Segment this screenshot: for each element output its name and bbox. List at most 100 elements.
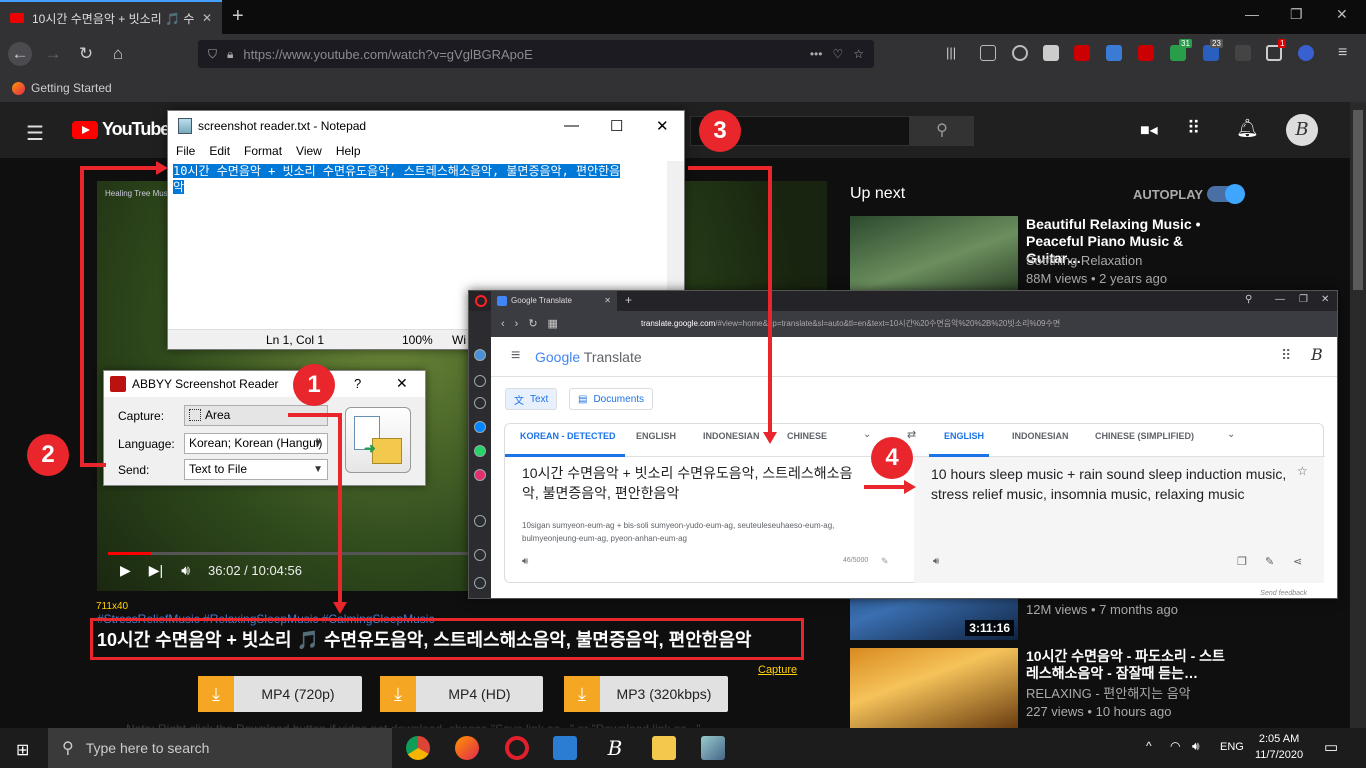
translate-url-bar[interactable]: ‹›↻▦ translate.google.com/#view=home&op=…	[491, 311, 1337, 337]
new-tab-icon[interactable]: +	[625, 293, 632, 307]
opera-icon[interactable]	[505, 736, 529, 760]
translate-tab[interactable]: Google Translate ✕	[491, 291, 617, 311]
youtube-logo[interactable]: YouTube ID	[72, 119, 182, 140]
shield-icon[interactable]: ⛉	[208, 47, 217, 62]
notepad-icon[interactable]	[701, 736, 725, 760]
more-icon[interactable]: •••	[810, 47, 823, 61]
related-channel[interactable]: RELAXING - 편안해지는 음악	[1026, 685, 1191, 703]
heart-icon[interactable]	[474, 549, 486, 561]
restore-icon[interactable]: ❐	[1299, 294, 1308, 305]
documents-mode-button[interactable]: ▤ Documents	[569, 388, 654, 410]
opera-icon[interactable]	[475, 295, 487, 307]
star-icon[interactable]	[474, 375, 486, 387]
maximize-icon[interactable]: ☐	[610, 117, 623, 135]
listen-translation-icon[interactable]: 🔊︎	[933, 556, 939, 567]
extension-icon[interactable]	[1235, 45, 1251, 61]
wifi-icon[interactable]: ◠	[1170, 739, 1180, 753]
bookmark-star-icon[interactable]: ☆	[853, 47, 864, 61]
target-lang-indonesian[interactable]: INDONESIAN	[1012, 431, 1069, 441]
home-icon[interactable]: ⌂	[106, 42, 130, 66]
source-lang-detected[interactable]: KOREAN - DETECTED	[520, 431, 616, 441]
pocket-icon[interactable]: ♡	[832, 47, 843, 61]
home-icon[interactable]	[474, 349, 486, 361]
page-scrollbar[interactable]	[1350, 102, 1366, 728]
source-lang-chinese[interactable]: CHINESE	[787, 431, 827, 441]
new-tab-icon[interactable]: +	[232, 5, 244, 28]
search-icon[interactable]: ⚲	[1245, 294, 1252, 305]
volume-icon[interactable]: 🔊︎	[1192, 739, 1200, 754]
source-text[interactable]: 10시간 수면음악 + 빗소리 수면유도음악, 스트레스해소음악, 불면증음악,…	[522, 463, 867, 503]
url-bar[interactable]: ⛉ 🔒︎ https://www.youtube.com/watch?v=gVg…	[198, 40, 874, 68]
extension-icon[interactable]	[1298, 45, 1314, 61]
back-icon[interactable]: ←	[8, 42, 32, 66]
forward-icon[interactable]: →	[41, 42, 65, 66]
avatar[interactable]: B	[1286, 114, 1318, 146]
hamburger-menu-icon[interactable]: ≡	[511, 347, 520, 365]
whatsapp-icon[interactable]	[474, 445, 486, 457]
close-window-icon[interactable]: ✕	[1321, 294, 1329, 305]
nav-buttons-icon[interactable]: ‹›↻▦	[501, 311, 568, 337]
youtube-search-icon[interactable]: ⚲	[910, 116, 974, 146]
messenger-icon[interactable]	[474, 421, 486, 433]
apps-grid-icon[interactable]: ⠿	[1281, 347, 1291, 364]
related-channel[interactable]: Soothing Relaxation	[1026, 252, 1142, 270]
notifications-bell-icon[interactable]: 🔔︎	[1236, 118, 1259, 139]
edit-icon[interactable]: ✎	[881, 556, 889, 567]
close-tab-icon[interactable]: ✕	[604, 291, 611, 311]
related-thumbnail[interactable]	[850, 648, 1018, 728]
history-icon[interactable]	[474, 397, 486, 409]
url-text[interactable]: https://www.youtube.com/watch?v=gVglBGRA…	[243, 47, 799, 62]
copy-icon[interactable]: ❐	[1237, 555, 1247, 568]
listen-source-icon[interactable]: 🔊︎	[522, 556, 528, 567]
download-mp4-hd-button[interactable]: ⤓ MP4 (HD)	[380, 676, 543, 712]
firefox-icon[interactable]	[455, 736, 479, 760]
browser-tab[interactable]: 10시간 수면음악 + 빗소리 🎵 수면 ✕	[0, 0, 222, 34]
notepad-titlebar[interactable]: screenshot reader.txt - Notepad	[168, 111, 684, 141]
google-translate-logo[interactable]: Google Translate	[535, 349, 642, 365]
minimize-icon[interactable]: —	[1245, 6, 1259, 22]
autoplay-toggle[interactable]	[1207, 184, 1245, 204]
source-lang-english[interactable]: ENGLISH	[636, 431, 676, 441]
target-lang-chinese-simplified[interactable]: CHINESE (SIMPLIFIED)	[1095, 431, 1194, 441]
edit-icon[interactable]: ✎	[1265, 555, 1274, 568]
menu-file[interactable]: File	[176, 144, 195, 158]
minimize-icon[interactable]: —	[1275, 294, 1285, 305]
chevron-down-icon[interactable]: ⌄	[1227, 429, 1235, 440]
close-tab-icon[interactable]: ✕	[202, 11, 212, 25]
s-extension-icon[interactable]	[1106, 45, 1122, 61]
bookmark-getting-started[interactable]: Getting Started	[31, 81, 112, 95]
target-lang-english[interactable]: ENGLISH	[944, 431, 984, 441]
clock-icon[interactable]	[474, 577, 486, 589]
text-mode-button[interactable]: 文 Text	[505, 388, 558, 410]
menu-format[interactable]: Format	[244, 144, 282, 158]
download-mp3-button[interactable]: ⤓ MP3 (320kbps)	[564, 676, 728, 712]
b-app-icon[interactable]: B	[603, 736, 627, 760]
avatar[interactable]: B	[1311, 345, 1323, 364]
menu-icon[interactable]: ☰	[26, 121, 44, 146]
capture-link[interactable]: Capture	[758, 664, 797, 676]
close-window-icon[interactable]: ✕	[1336, 6, 1348, 23]
star-icon[interactable]: ☆	[1297, 464, 1308, 478]
notes-extension-icon[interactable]	[1043, 45, 1059, 61]
swap-languages-icon[interactable]: ⇄	[907, 428, 916, 441]
mail-icon[interactable]	[553, 736, 577, 760]
send-feedback-link[interactable]: Send feedback	[1260, 590, 1307, 597]
instagram-icon[interactable]	[474, 469, 486, 481]
minimize-icon[interactable]: —	[564, 117, 579, 134]
send-select[interactable]: Text to File ▼	[184, 459, 328, 480]
chevron-down-icon[interactable]: ⌄	[863, 429, 871, 440]
abbyy-titlebar[interactable]: ABBYY Screenshot Reader	[104, 371, 425, 397]
menu-help[interactable]: Help	[336, 144, 361, 158]
lock-icon[interactable]: 🔒︎	[227, 47, 233, 62]
send-icon[interactable]	[474, 515, 486, 527]
language-select[interactable]: Korean; Korean (Hangul) ▼	[184, 433, 328, 454]
sidebar-icon[interactable]	[980, 45, 996, 61]
input-language[interactable]: ENG	[1220, 741, 1244, 753]
play-icon[interactable]: ▶	[120, 562, 131, 579]
help-button[interactable]: ?	[354, 376, 361, 391]
notifications-icon[interactable]: ▭	[1324, 738, 1338, 756]
apps-grid-icon[interactable]: ⠿	[1187, 118, 1200, 139]
close-icon[interactable]: ✕	[656, 117, 669, 135]
menu-view[interactable]: View	[296, 144, 322, 158]
related-title[interactable]: 10시간 수면음악 - 파도소리 - 스트레스해소음악 - 잠잘때 듣는…	[1026, 648, 1236, 682]
